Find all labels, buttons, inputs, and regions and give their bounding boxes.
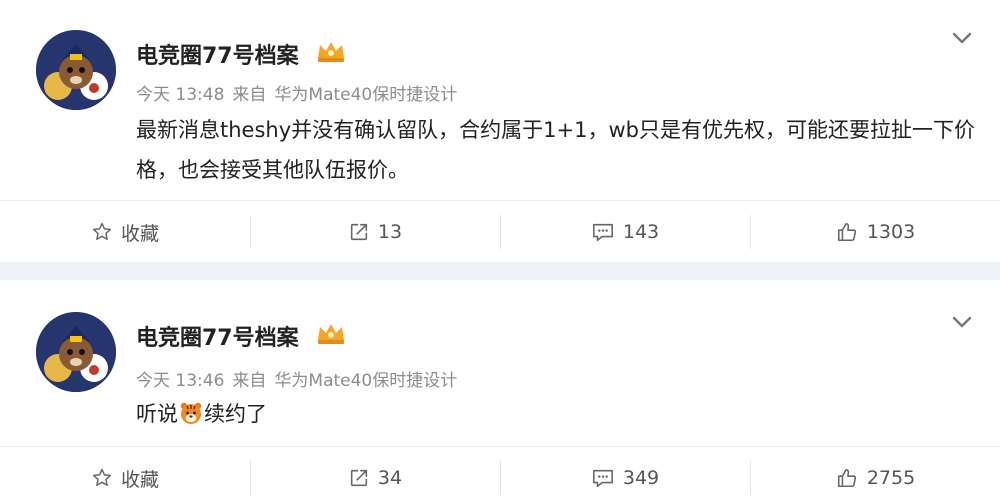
repost-icon <box>350 469 368 487</box>
post-card: 电竞圈77号档案 今天 13:46 来自 华为Mate40保时捷设计 听说 续约… <box>0 280 1000 502</box>
like-count: 1303 <box>866 221 916 243</box>
like-button[interactable]: 1303 <box>750 201 1000 263</box>
chevron-down-icon[interactable] <box>948 24 976 52</box>
post-text-after: 续约了 <box>204 402 267 426</box>
comment-button[interactable]: 349 <box>500 447 750 502</box>
post-text: 最新消息theshy并没有确认留队，合约属于1+1，wb只是有优先权，可能还要拉… <box>136 118 975 182</box>
repost-count: 34 <box>377 467 403 489</box>
vip-crown-icon <box>316 322 346 346</box>
repost-count: 13 <box>377 221 403 243</box>
device-name: 华为Mate40保时捷设计 <box>274 371 458 391</box>
star-icon <box>93 468 111 486</box>
repost-button[interactable]: 34 <box>250 447 500 502</box>
post-card: 电竞圈77号档案 今天 13:48 来自 华为Mate40保时捷设计 最新消息the… <box>0 0 1000 262</box>
source-label: 来自 <box>232 85 267 105</box>
avatar[interactable] <box>36 30 116 110</box>
thumbs-up-icon <box>837 222 856 242</box>
comment-count: 143 <box>622 221 660 243</box>
feed: 电竞圈77号档案 今天 13:48 来自 华为Mate40保时捷设计 最新消息the… <box>0 0 1000 502</box>
device-name: 华为Mate40保时捷设计 <box>274 85 458 105</box>
vip-crown-icon <box>316 40 346 64</box>
post-time[interactable]: 今天 13:46 <box>136 371 224 391</box>
comment-icon <box>592 223 613 242</box>
post-time[interactable]: 今天 13:48 <box>136 85 224 105</box>
post-text: 听说 续约了 <box>136 394 976 438</box>
star-icon <box>93 222 111 240</box>
action-bar: 收藏 13 143 1303 <box>0 200 1000 263</box>
favorite-label: 收藏 <box>120 222 159 245</box>
repost-button[interactable]: 13 <box>250 201 500 263</box>
like-button[interactable]: 2755 <box>750 447 1000 502</box>
username[interactable]: 电竞圈77号档案 <box>136 320 299 352</box>
chevron-down-icon[interactable] <box>948 308 976 336</box>
post-text-before: 听说 <box>136 402 178 426</box>
avatar-image <box>36 312 116 392</box>
tiger-face-icon <box>179 398 203 438</box>
like-count: 2755 <box>866 467 916 489</box>
comment-count: 349 <box>622 467 660 489</box>
post-meta: 今天 13:46 来自 华为Mate40保时捷设计 <box>136 366 465 391</box>
avatar-image <box>36 30 116 110</box>
username[interactable]: 电竞圈77号档案 <box>136 38 299 70</box>
repost-icon <box>350 223 368 241</box>
action-bar: 收藏 34 349 2755 <box>0 446 1000 502</box>
favorite-label: 收藏 <box>120 468 159 491</box>
avatar[interactable] <box>36 312 116 392</box>
comment-icon <box>592 469 613 488</box>
favorite-button[interactable]: 收藏 <box>0 201 250 263</box>
thumbs-up-icon <box>837 468 856 488</box>
source-label: 来自 <box>232 371 267 391</box>
post-meta: 今天 13:48 来自 华为Mate40保时捷设计 <box>136 80 465 105</box>
favorite-button[interactable]: 收藏 <box>0 447 250 502</box>
comment-button[interactable]: 143 <box>500 201 750 263</box>
